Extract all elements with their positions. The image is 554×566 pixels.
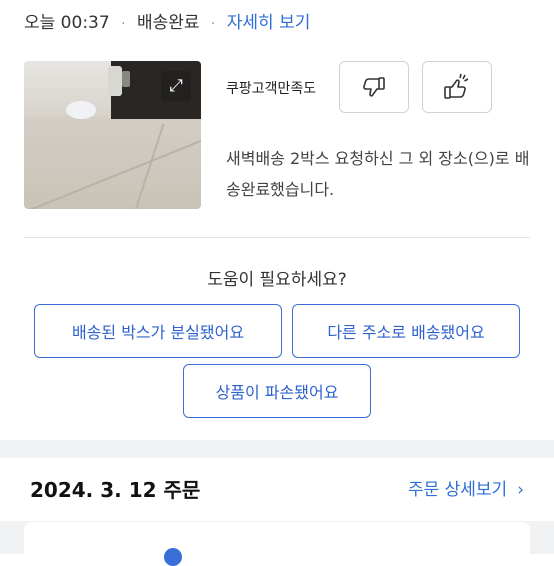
order-date: 2024. 3. 12 주문 — [30, 478, 201, 502]
separator-dot: · — [210, 16, 216, 32]
photo-door-lock — [108, 66, 122, 96]
thumbs-down-button[interactable] — [339, 61, 409, 113]
status-dot-icon — [164, 548, 182, 566]
delivery-message: 새벽배송 2박스 요청하신 그 외 장소(으)로 배송완료했습니다. — [226, 149, 530, 199]
photo-floor-seam — [125, 123, 165, 209]
photo-package — [66, 101, 96, 119]
lost-box-button[interactable]: 배송된 박스가 분실됐어요 — [34, 304, 282, 358]
delivery-time: 오늘 00:37 — [24, 13, 110, 33]
thumbs-down-icon — [363, 77, 385, 97]
order-detail-label: 주문 상세보기 — [407, 480, 508, 500]
order-detail-link[interactable]: 주문 상세보기 › — [408, 475, 524, 500]
thumbs-up-icon — [444, 73, 469, 99]
photo-floor-seam — [24, 126, 201, 209]
section-divider — [24, 237, 530, 238]
separator-dot: · — [121, 16, 126, 32]
wrong-address-button[interactable]: 다른 주소로 배송됐어요 — [292, 304, 520, 358]
thumbs-up-button[interactable] — [422, 61, 492, 113]
chevron-right-icon: › — [517, 480, 524, 500]
order-header: 2024. 3. 12 주문 주문 상세보기 › — [0, 458, 554, 521]
expand-icon[interactable]: ⤢ — [161, 71, 191, 101]
damaged-item-button[interactable]: 상품이 파손됐어요 — [183, 364, 371, 418]
order-card — [24, 522, 530, 566]
delivery-status: 배송완료 — [136, 13, 200, 33]
delivery-photo[interactable]: ⤢ — [24, 61, 201, 209]
details-link[interactable]: 자세히 보기 — [227, 13, 311, 33]
satisfaction-label: 쿠팡고객만족도 — [226, 81, 317, 97]
photo-door-handle — [122, 71, 130, 87]
delivery-status-line: 오늘 00:37 · 배송완료 · 자세히 보기 — [24, 8, 310, 33]
help-question: 도움이 필요하세요? — [207, 270, 347, 290]
